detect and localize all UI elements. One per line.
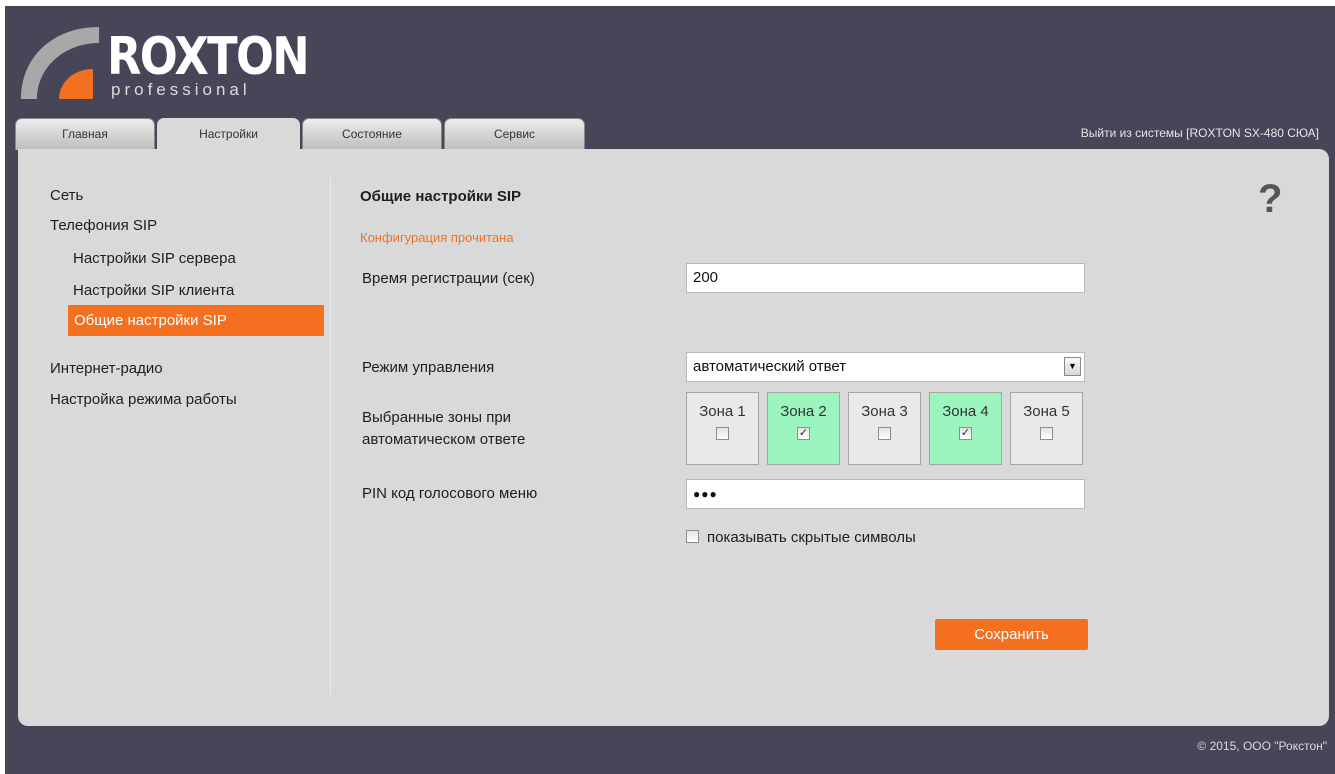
copyright: © 2015, ООО "Рокстон" bbox=[1197, 739, 1327, 753]
checkbox-unchecked-icon[interactable] bbox=[878, 427, 891, 440]
zone-1-label: Зона 1 bbox=[699, 403, 746, 420]
show-hidden-label: показывать скрытые символы bbox=[707, 529, 916, 546]
sidebar-item-work-mode[interactable]: Настройка режима работы bbox=[50, 391, 237, 408]
zone-2-label: Зона 2 bbox=[780, 403, 827, 420]
content-panel: Сеть Телефония SIP Настройки SIP сервера… bbox=[18, 149, 1329, 726]
reg-time-label: Время регистрации (сек) bbox=[362, 270, 535, 287]
sidebar-item-sip-telephony[interactable]: Телефония SIP bbox=[50, 217, 157, 234]
show-hidden-toggle[interactable]: показывать скрытые символы bbox=[686, 529, 916, 546]
sidebar-divider bbox=[330, 177, 331, 694]
control-mode-label: Режим управления bbox=[362, 359, 495, 376]
checkbox-checked-icon[interactable]: ✓ bbox=[959, 427, 972, 440]
control-mode-select[interactable]: автоматический ответ ▼ bbox=[686, 352, 1085, 382]
tab-home[interactable]: Главная bbox=[15, 118, 155, 150]
checkbox-unchecked-icon[interactable] bbox=[716, 427, 729, 440]
roxton-logo: ROXTON professional bbox=[19, 21, 310, 99]
tab-status[interactable]: Состояние bbox=[302, 118, 442, 150]
sidebar-item-sip-server[interactable]: Настройки SIP сервера bbox=[73, 250, 236, 267]
tab-service[interactable]: Сервис bbox=[444, 118, 585, 150]
zone-5-label: Зона 5 bbox=[1023, 403, 1070, 420]
zone-4-label: Зона 4 bbox=[942, 403, 989, 420]
pin-label: PIN код голосового меню bbox=[362, 485, 538, 502]
page-title: Общие настройки SIP bbox=[360, 188, 522, 205]
zone-3[interactable]: Зона 3 bbox=[848, 392, 921, 465]
zone-4[interactable]: Зона 4 ✓ bbox=[929, 392, 1002, 465]
zones-label: Выбранные зоны при автоматическом ответе bbox=[362, 409, 526, 448]
sidebar-item-internet-radio[interactable]: Интернет-радио bbox=[50, 360, 163, 377]
logo-wordmark: ROXTON bbox=[107, 27, 310, 87]
zone-1[interactable]: Зона 1 bbox=[686, 392, 759, 465]
status-message: Конфигурация прочитана bbox=[360, 230, 514, 245]
sidebar-item-sip-general[interactable]: Общие настройки SIP bbox=[68, 305, 324, 336]
sidebar-item-network[interactable]: Сеть bbox=[50, 187, 83, 204]
checkbox-checked-icon[interactable]: ✓ bbox=[797, 427, 810, 440]
reg-time-input[interactable]: 200 bbox=[686, 263, 1085, 293]
zone-5[interactable]: Зона 5 bbox=[1010, 392, 1083, 465]
checkbox-unchecked-icon[interactable] bbox=[1040, 427, 1053, 440]
logout-link[interactable]: Выйти из системы [ROXTON SX-480 СЮА] bbox=[1081, 126, 1319, 140]
zone-2[interactable]: Зона 2 ✓ bbox=[767, 392, 840, 465]
zone-3-label: Зона 3 bbox=[861, 403, 908, 420]
help-icon[interactable]: ? bbox=[1258, 177, 1282, 221]
dropdown-arrow-icon[interactable]: ▼ bbox=[1064, 357, 1081, 376]
tab-settings[interactable]: Настройки bbox=[157, 118, 300, 152]
checkbox-unchecked-icon[interactable] bbox=[686, 530, 699, 543]
save-button[interactable]: Сохранить bbox=[935, 619, 1088, 650]
app-frame: ROXTON professional Главная Настройки Со… bbox=[5, 6, 1335, 774]
pin-input[interactable]: ●●● bbox=[686, 479, 1085, 509]
control-mode-value: автоматический ответ bbox=[693, 358, 847, 375]
logo-mark-icon bbox=[21, 27, 99, 99]
logo-subtitle: professional bbox=[111, 80, 251, 99]
sidebar-item-sip-client[interactable]: Настройки SIP клиента bbox=[73, 282, 234, 299]
